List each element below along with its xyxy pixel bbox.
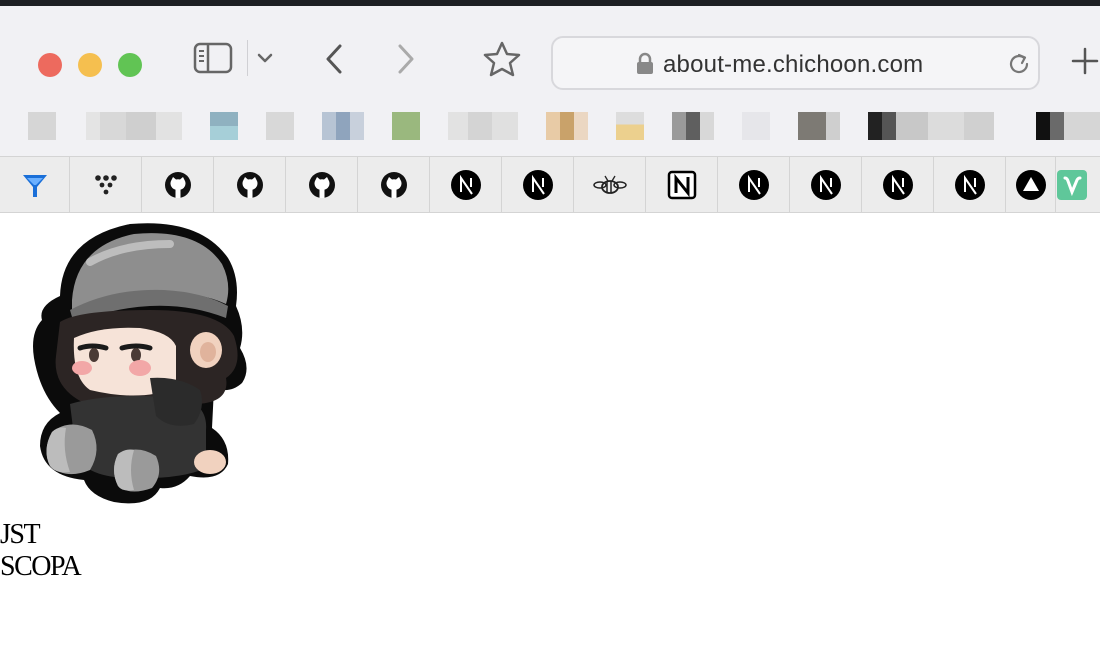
vercel-icon: [1015, 169, 1046, 200]
plus-icon[interactable]: [1070, 46, 1100, 76]
favorite-item[interactable]: [322, 112, 364, 140]
extension-button[interactable]: [358, 157, 430, 212]
close-window-button[interactable]: [38, 53, 62, 77]
extension-button[interactable]: [142, 157, 214, 212]
github-icon: [308, 171, 335, 198]
favorite-item[interactable]: [616, 112, 644, 140]
toolbar-divider: [247, 40, 248, 76]
nextjs-icon: [522, 169, 553, 200]
extension-button[interactable]: [862, 157, 934, 212]
favorite-item[interactable]: [86, 112, 182, 140]
github-icon: [236, 171, 263, 198]
chevron-down-icon[interactable]: [256, 52, 274, 64]
favorites-bar: [0, 100, 1100, 156]
nextjs-icon: [954, 169, 985, 200]
reload-icon[interactable]: [1006, 51, 1032, 77]
extension-button[interactable]: [214, 157, 286, 212]
extension-button[interactable]: [286, 157, 358, 212]
extension-button[interactable]: [718, 157, 790, 212]
extension-button[interactable]: [502, 157, 574, 212]
url-text: about-me.chichoon.com: [663, 51, 924, 78]
nextjs-icon: [738, 169, 769, 200]
nextjs-icon: [450, 169, 481, 200]
favorite-item[interactable]: [1036, 112, 1100, 140]
favorite-item[interactable]: [266, 112, 294, 140]
zoom-window-button[interactable]: [118, 53, 142, 77]
filter-icon: [22, 174, 47, 197]
forward-arrow-icon[interactable]: [392, 42, 420, 76]
star-icon[interactable]: [482, 40, 522, 78]
browser-toolbar: about-me.chichoon.com: [0, 6, 1100, 100]
nextjs-icon: [810, 169, 841, 200]
favorite-item[interactable]: [28, 112, 56, 140]
github-icon: [164, 171, 191, 198]
github-icon: [380, 171, 407, 198]
bee-icon: [592, 175, 627, 194]
vue-icon: [1057, 169, 1087, 200]
address-bar[interactable]: about-me.chichoon.com: [551, 36, 1040, 90]
favorite-item[interactable]: [448, 112, 518, 140]
avatar: [33, 223, 247, 504]
name-list: JST SCOPA: [0, 519, 82, 583]
favorite-item[interactable]: [392, 112, 420, 140]
sidebar-icon[interactable]: [193, 42, 233, 74]
dots-logo-icon: [94, 174, 117, 194]
notion-icon: [667, 170, 696, 199]
favorite-item[interactable]: [546, 112, 588, 140]
favorite-item[interactable]: [868, 112, 994, 140]
favorite-item[interactable]: [798, 112, 840, 140]
favorite-item[interactable]: [742, 112, 770, 140]
favorite-item[interactable]: [210, 112, 238, 140]
extension-button[interactable]: [934, 157, 1006, 212]
extension-button[interactable]: [70, 157, 142, 212]
lock-icon: [637, 52, 653, 74]
extension-button[interactable]: [790, 157, 862, 212]
extension-button[interactable]: [0, 157, 70, 212]
back-arrow-icon[interactable]: [320, 42, 348, 76]
extension-button[interactable]: [1056, 157, 1100, 212]
name-line-1: JST: [0, 519, 41, 550]
nextjs-icon: [882, 169, 913, 200]
extension-button[interactable]: [430, 157, 502, 212]
minimize-window-button[interactable]: [78, 53, 102, 77]
extension-button[interactable]: [646, 157, 718, 212]
extensions-bar: [0, 156, 1100, 213]
extension-button[interactable]: [1006, 157, 1056, 212]
favorite-item[interactable]: [672, 112, 714, 140]
extension-button[interactable]: [574, 157, 646, 212]
name-line-2: SCOPA: [0, 551, 82, 582]
